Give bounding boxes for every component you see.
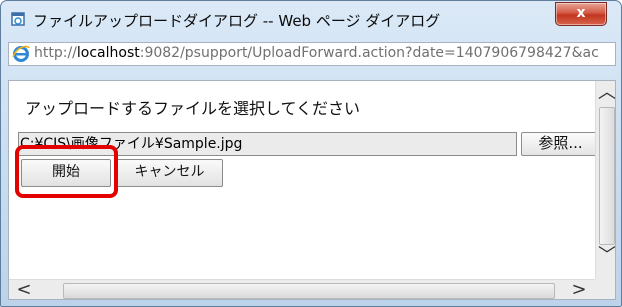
scroll-right-icon[interactable]: >: [571, 280, 587, 300]
close-button[interactable]: x: [555, 2, 607, 26]
url-host: localhost: [76, 45, 140, 61]
instruction-text: アップロードするファイルを選択してください: [25, 99, 361, 118]
address-bar[interactable]: http://localhost:9082/psupport/UploadFor…: [8, 42, 616, 66]
scroll-left-icon[interactable]: <: [16, 280, 32, 300]
horizontal-scroll-thumb[interactable]: [63, 283, 555, 299]
start-button[interactable]: 開始: [21, 159, 111, 187]
vertical-scroll-thumb[interactable]: [599, 107, 615, 245]
url-prefix: http://: [34, 45, 77, 61]
scrollbar-corner: [595, 279, 615, 299]
dialog-content: アップロードするファイルを選択してください C:¥CIS\画像ファイル¥Samp…: [8, 80, 616, 300]
vertical-scrollbar[interactable]: ︿ ﹀: [595, 81, 615, 279]
scroll-down-icon[interactable]: ﹀: [598, 247, 615, 265]
title-bar[interactable]: ファイルアップロードダイアログ -- Web ページ ダイアログ x: [1, 1, 621, 39]
url-text: http://localhost:9082/psupport/UploadFor…: [34, 45, 599, 61]
browse-button[interactable]: 参照...: [521, 132, 600, 156]
ie-logo-icon: [12, 45, 30, 62]
window-title: ファイルアップロードダイアログ -- Web ページ ダイアログ: [33, 12, 441, 30]
horizontal-scrollbar[interactable]: < >: [9, 279, 595, 300]
cancel-button[interactable]: キャンセル: [116, 159, 223, 187]
scroll-up-icon[interactable]: ︿: [598, 84, 615, 102]
file-select-row: C:¥CIS\画像ファイル¥Sample.jpg 参照...: [18, 131, 604, 156]
file-path-field[interactable]: C:¥CIS\画像ファイル¥Sample.jpg: [18, 132, 517, 156]
dialog-window: ファイルアップロードダイアログ -- Web ページ ダイアログ x http:…: [0, 0, 622, 307]
url-path: :9082/psupport/UploadForward.action?date…: [139, 45, 599, 61]
ie-page-icon: [11, 12, 25, 26]
